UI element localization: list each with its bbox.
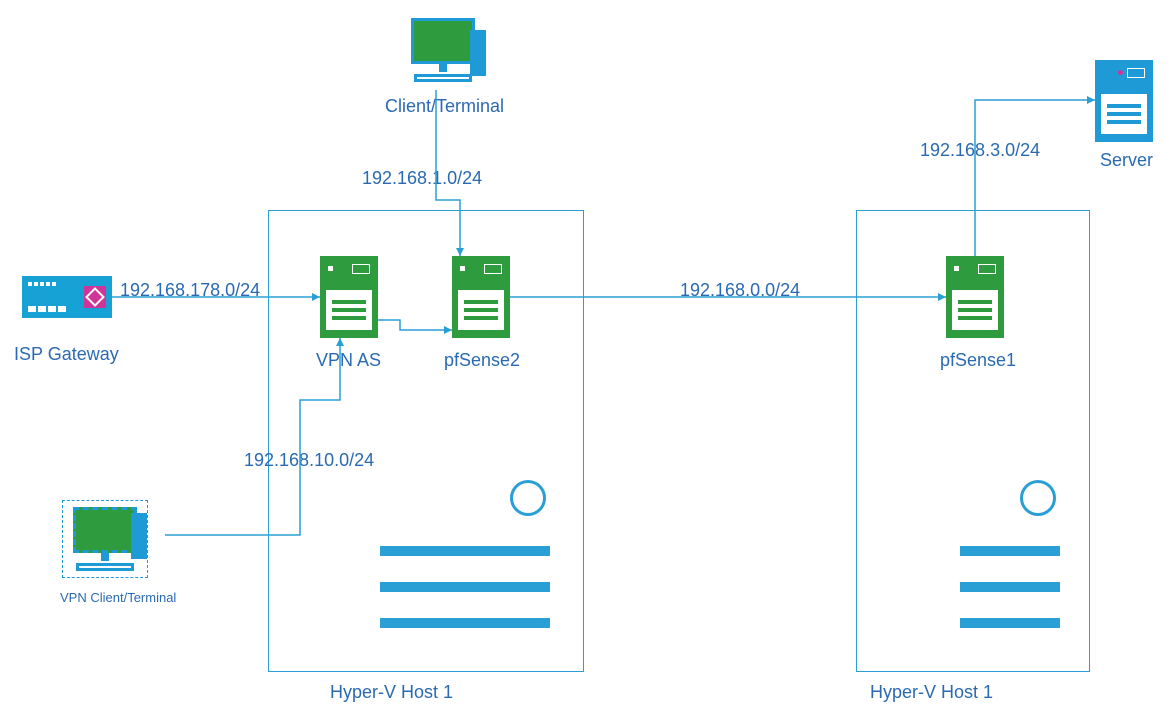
hyperv-host-1-label: Hyper-V Host 1	[330, 682, 453, 703]
isp-gateway-label: ISP Gateway	[14, 344, 119, 365]
subnet-pf2-pf1: 192.168.0.0/24	[680, 280, 800, 301]
pfsense2-icon	[452, 256, 510, 338]
pfsense1-icon	[946, 256, 1004, 338]
host1-bar-icon	[380, 618, 550, 628]
host2-bar-icon	[960, 618, 1060, 628]
client-terminal-label: Client/Terminal	[385, 96, 504, 117]
pfsense2-label: pfSense2	[444, 350, 520, 371]
server-icon	[1095, 60, 1153, 142]
client-terminal-icon	[400, 18, 486, 82]
subnet-isp-vpnas: 192.168.178.0/24	[120, 280, 260, 301]
subnet-vpnclient-vpnas: 192.168.10.0/24	[244, 450, 374, 471]
pfsense1-label: pfSense1	[940, 350, 1016, 371]
host2-bar-icon	[960, 546, 1060, 556]
vpn-as-label: VPN AS	[316, 350, 381, 371]
vpn-client-terminal-icon	[62, 500, 148, 578]
hyperv-host-2-label: Hyper-V Host 1	[870, 682, 993, 703]
host2-circle-icon	[1020, 480, 1056, 516]
subnet-pf1-server: 192.168.3.0/24	[920, 140, 1040, 161]
host1-bar-icon	[380, 546, 550, 556]
isp-gateway-icon	[22, 276, 112, 318]
subnet-client-pfsense2: 192.168.1.0/24	[362, 168, 482, 189]
vpn-as-icon	[320, 256, 378, 338]
vpn-client-terminal-label: VPN Client/Terminal	[60, 590, 176, 605]
host1-circle-icon	[510, 480, 546, 516]
host2-bar-icon	[960, 582, 1060, 592]
host1-bar-icon	[380, 582, 550, 592]
diagram-canvas: Hyper-V Host 1 Hyper-V Host 1 ISP Gatewa…	[0, 0, 1171, 715]
server-label: Server	[1100, 150, 1153, 171]
hyperv-host-1-box	[268, 210, 584, 672]
